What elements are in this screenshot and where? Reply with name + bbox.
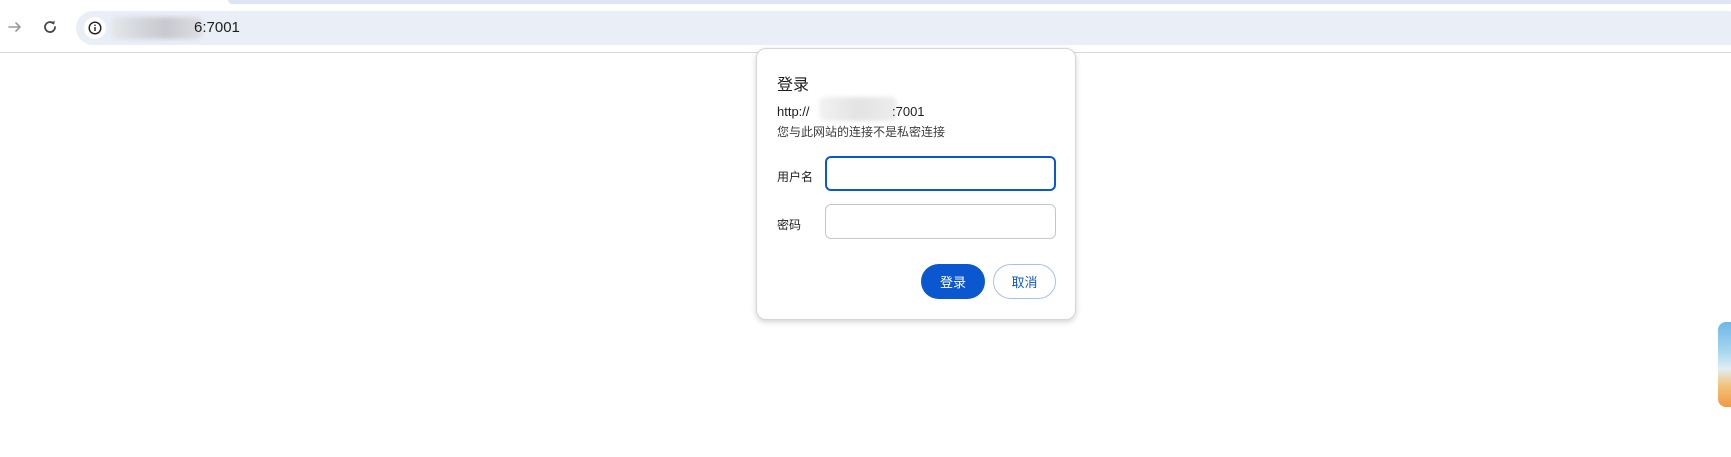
http-auth-dialog: 登录 http:// :7001 您与此网站的连接不是私密连接 用户名 密码 登… [756, 48, 1076, 320]
password-label: 密码 [777, 218, 802, 232]
forward-button[interactable] [0, 12, 30, 42]
address-bar[interactable]: 6:7001 [76, 11, 1731, 45]
reload-button[interactable] [35, 12, 65, 42]
username-field[interactable] [825, 156, 1056, 191]
dialog-title: 登录 [777, 77, 810, 94]
arrow-forward-icon [8, 22, 21, 32]
info-icon [88, 21, 102, 35]
browser-toolbar: 6:7001 [0, 0, 1731, 53]
tab-strip [228, 0, 1731, 4]
side-floating-widget[interactable] [1718, 322, 1731, 407]
login-button[interactable]: 登录 [921, 264, 985, 299]
password-field[interactable] [825, 204, 1056, 239]
username-label: 用户名 [777, 170, 814, 184]
site-info-button[interactable] [84, 17, 106, 39]
privacy-warning: 您与此网站的连接不是私密连接 [777, 125, 946, 139]
redacted-origin-host [819, 97, 897, 121]
cancel-button[interactable]: 取消 [993, 264, 1056, 299]
origin-prefix: http:// [777, 104, 810, 119]
url-text: 6:7001 [194, 19, 240, 36]
reload-icon [44, 20, 56, 33]
redacted-host [112, 17, 202, 39]
origin-port: :7001 [892, 104, 925, 119]
